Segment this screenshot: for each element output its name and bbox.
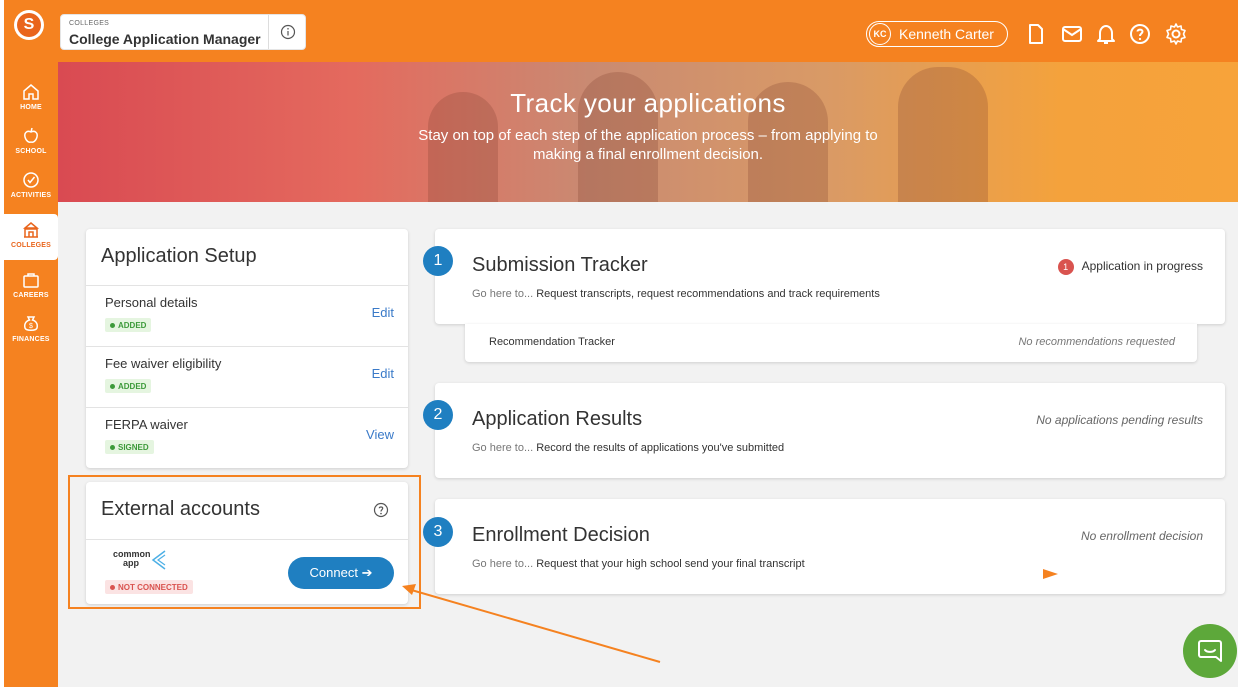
annotation-arrow — [402, 569, 1058, 663]
annotation-arrow-line — [407, 588, 661, 663]
chat-icon — [1198, 640, 1222, 662]
annotation-arrow-head — [402, 584, 416, 595]
chat-launcher-button[interactable] — [1183, 624, 1237, 678]
cursor-marker-icon — [1043, 569, 1058, 579]
